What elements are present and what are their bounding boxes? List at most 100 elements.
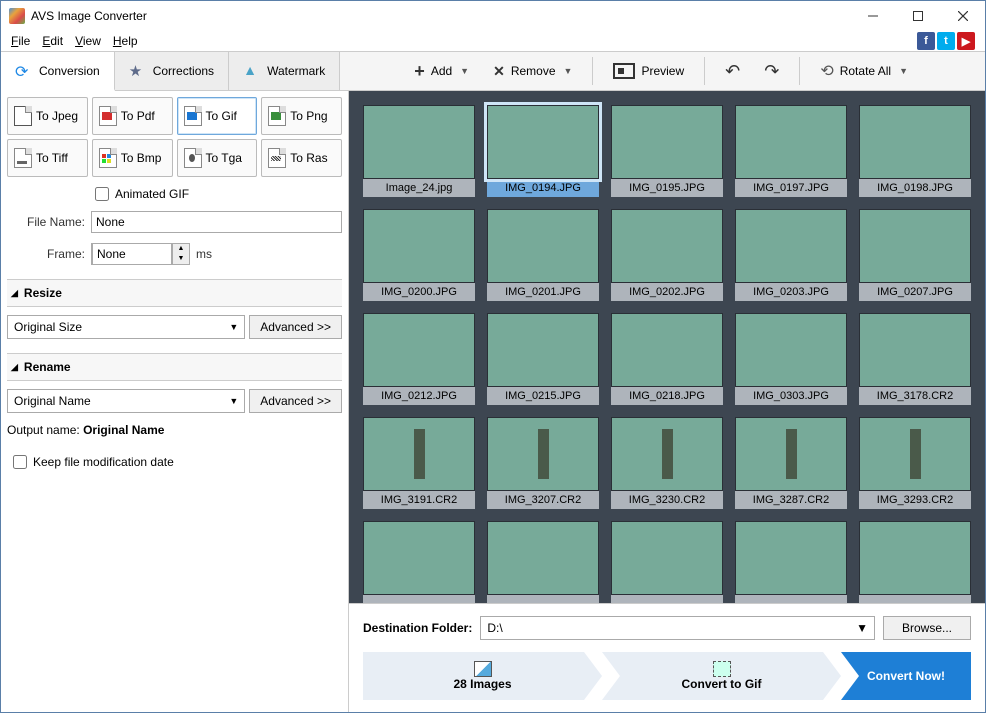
bmp-icon <box>99 148 117 168</box>
animated-gif-label: Animated GIF <box>115 187 189 201</box>
tab-conversion[interactable]: Conversion <box>1 52 115 91</box>
thumbnail[interactable]: IMG_0198.JPG <box>859 105 971 197</box>
thumbnail-caption: IMG_0197.JPG <box>735 179 847 197</box>
thumbnail[interactable]: IMG_3178.CR2 <box>859 313 971 405</box>
remove-button[interactable]: Remove▼ <box>483 59 582 84</box>
preview-button[interactable]: Preview <box>603 59 694 83</box>
thumbnail[interactable]: IMG_3287.CR2 <box>735 417 847 509</box>
twitter-icon[interactable]: t <box>937 32 955 50</box>
thumbnail-caption: IMG_3230.CR2 <box>611 491 723 509</box>
rotate-right-button[interactable] <box>754 57 789 86</box>
rename-combo[interactable]: Original Name▼ <box>7 389 245 413</box>
convert-now-button[interactable]: Convert Now! <box>841 652 971 700</box>
thumbnail-image <box>611 521 723 595</box>
frame-label: Frame: <box>7 247 85 261</box>
spin-down-icon[interactable]: ▼ <box>173 254 189 264</box>
window-title: AVS Image Converter <box>31 9 147 23</box>
thumbnail[interactable]: IMG_0202.JPG <box>611 209 723 301</box>
thumbnail-caption <box>487 595 599 603</box>
resize-combo[interactable]: Original Size▼ <box>7 315 245 339</box>
add-button[interactable]: Add▼ <box>404 57 479 86</box>
thumbnail-image <box>487 209 599 283</box>
menu-file[interactable]: File <box>5 32 36 50</box>
rename-advanced-button[interactable]: Advanced >> <box>249 389 342 413</box>
tab-corrections[interactable]: Corrections <box>115 52 229 90</box>
thumbnail[interactable]: Image_24.jpg <box>363 105 475 197</box>
menu-edit[interactable]: Edit <box>36 32 69 50</box>
thumbnail-caption: IMG_3293.CR2 <box>859 491 971 509</box>
frame-input[interactable] <box>92 243 172 265</box>
thumbnail-image <box>735 417 847 491</box>
thumbnail[interactable] <box>735 521 847 603</box>
collapse-icon: ◢ <box>11 362 18 373</box>
thumbnail-caption <box>611 595 723 603</box>
keep-date-checkbox[interactable] <box>13 455 27 469</box>
tab-watermark[interactable]: Watermark <box>229 52 340 90</box>
spin-up-icon[interactable]: ▲ <box>173 244 189 254</box>
rotate-left-button[interactable] <box>715 57 750 86</box>
format-gif-button[interactable]: To Gif <box>177 97 258 135</box>
thumbnail-caption: IMG_0212.JPG <box>363 387 475 405</box>
gif-step-icon <box>713 661 731 677</box>
thumbnail[interactable]: IMG_3191.CR2 <box>363 417 475 509</box>
menubar: File Edit View Help f t ▶ <box>1 31 985 51</box>
thumbnail-image <box>363 313 475 387</box>
format-tiff-button[interactable]: To Tiff <box>7 139 88 177</box>
chevron-down-icon: ▼ <box>899 66 908 76</box>
thumbnail[interactable]: IMG_0203.JPG <box>735 209 847 301</box>
format-bmp-button[interactable]: To Bmp <box>92 139 173 177</box>
thumbnail[interactable] <box>363 521 475 603</box>
thumbnail[interactable]: IMG_0218.JPG <box>611 313 723 405</box>
rotate-left-icon <box>725 61 740 82</box>
thumbnail-area: Image_24.jpgIMG_0194.JPGIMG_0195.JPGIMG_… <box>349 91 985 603</box>
thumbnail[interactable]: IMG_0212.JPG <box>363 313 475 405</box>
thumbnail[interactable] <box>487 521 599 603</box>
thumbnail[interactable]: IMG_3293.CR2 <box>859 417 971 509</box>
menu-view[interactable]: View <box>69 32 107 50</box>
frame-spinner[interactable]: ▲▼ <box>91 243 190 265</box>
pdf-icon <box>99 106 117 126</box>
thumbnail[interactable] <box>611 521 723 603</box>
resize-header[interactable]: ◢Resize <box>7 279 342 307</box>
minimize-button[interactable] <box>850 1 895 31</box>
format-tga-button[interactable]: To Tga <box>177 139 258 177</box>
animated-gif-checkbox[interactable] <box>95 187 109 201</box>
thumbnail[interactable]: IMG_0197.JPG <box>735 105 847 197</box>
thumbnail-image <box>363 209 475 283</box>
facebook-icon[interactable]: f <box>917 32 935 50</box>
thumbnail[interactable]: IMG_3230.CR2 <box>611 417 723 509</box>
format-png-button[interactable]: To Png <box>261 97 342 135</box>
thumbnail[interactable]: IMG_0195.JPG <box>611 105 723 197</box>
menu-help[interactable]: Help <box>107 32 144 50</box>
thumbnail-scroll[interactable]: Image_24.jpgIMG_0194.JPGIMG_0195.JPGIMG_… <box>349 91 985 603</box>
thumbnail[interactable]: IMG_0201.JPG <box>487 209 599 301</box>
browse-button[interactable]: Browse... <box>883 616 971 640</box>
thumbnail[interactable]: IMG_0215.JPG <box>487 313 599 405</box>
close-button[interactable] <box>940 1 985 31</box>
thumbnail[interactable]: IMG_0303.JPG <box>735 313 847 405</box>
dest-combo[interactable]: D:\▼ <box>480 616 875 640</box>
rename-header[interactable]: ◢Rename <box>7 353 342 381</box>
maximize-button[interactable] <box>895 1 940 31</box>
resize-advanced-button[interactable]: Advanced >> <box>249 315 342 339</box>
step-images: 28 Images <box>363 652 602 700</box>
thumbnail-image <box>611 417 723 491</box>
titlebar: AVS Image Converter <box>1 1 985 31</box>
filename-input[interactable] <box>91 211 342 233</box>
format-jpeg-button[interactable]: To Jpeg <box>7 97 88 135</box>
youtube-icon[interactable]: ▶ <box>957 32 975 50</box>
format-ras-button[interactable]: To Ras <box>261 139 342 177</box>
thumbnail-caption: IMG_0303.JPG <box>735 387 847 405</box>
format-pdf-button[interactable]: To Pdf <box>92 97 173 135</box>
ras-icon <box>268 148 286 168</box>
thumbnail[interactable]: IMG_0194.JPG <box>487 105 599 197</box>
thumbnail-caption: IMG_0202.JPG <box>611 283 723 301</box>
thumbnail[interactable]: IMG_0207.JPG <box>859 209 971 301</box>
thumbnail[interactable]: IMG_0200.JPG <box>363 209 475 301</box>
thumbnail[interactable] <box>859 521 971 603</box>
thumbnail-caption: IMG_0201.JPG <box>487 283 599 301</box>
rotate-all-button[interactable]: Rotate All▼ <box>810 57 918 85</box>
thumbnail-image <box>859 417 971 491</box>
thumbnail[interactable]: IMG_3207.CR2 <box>487 417 599 509</box>
thumbnail-caption: IMG_0194.JPG <box>487 179 599 197</box>
